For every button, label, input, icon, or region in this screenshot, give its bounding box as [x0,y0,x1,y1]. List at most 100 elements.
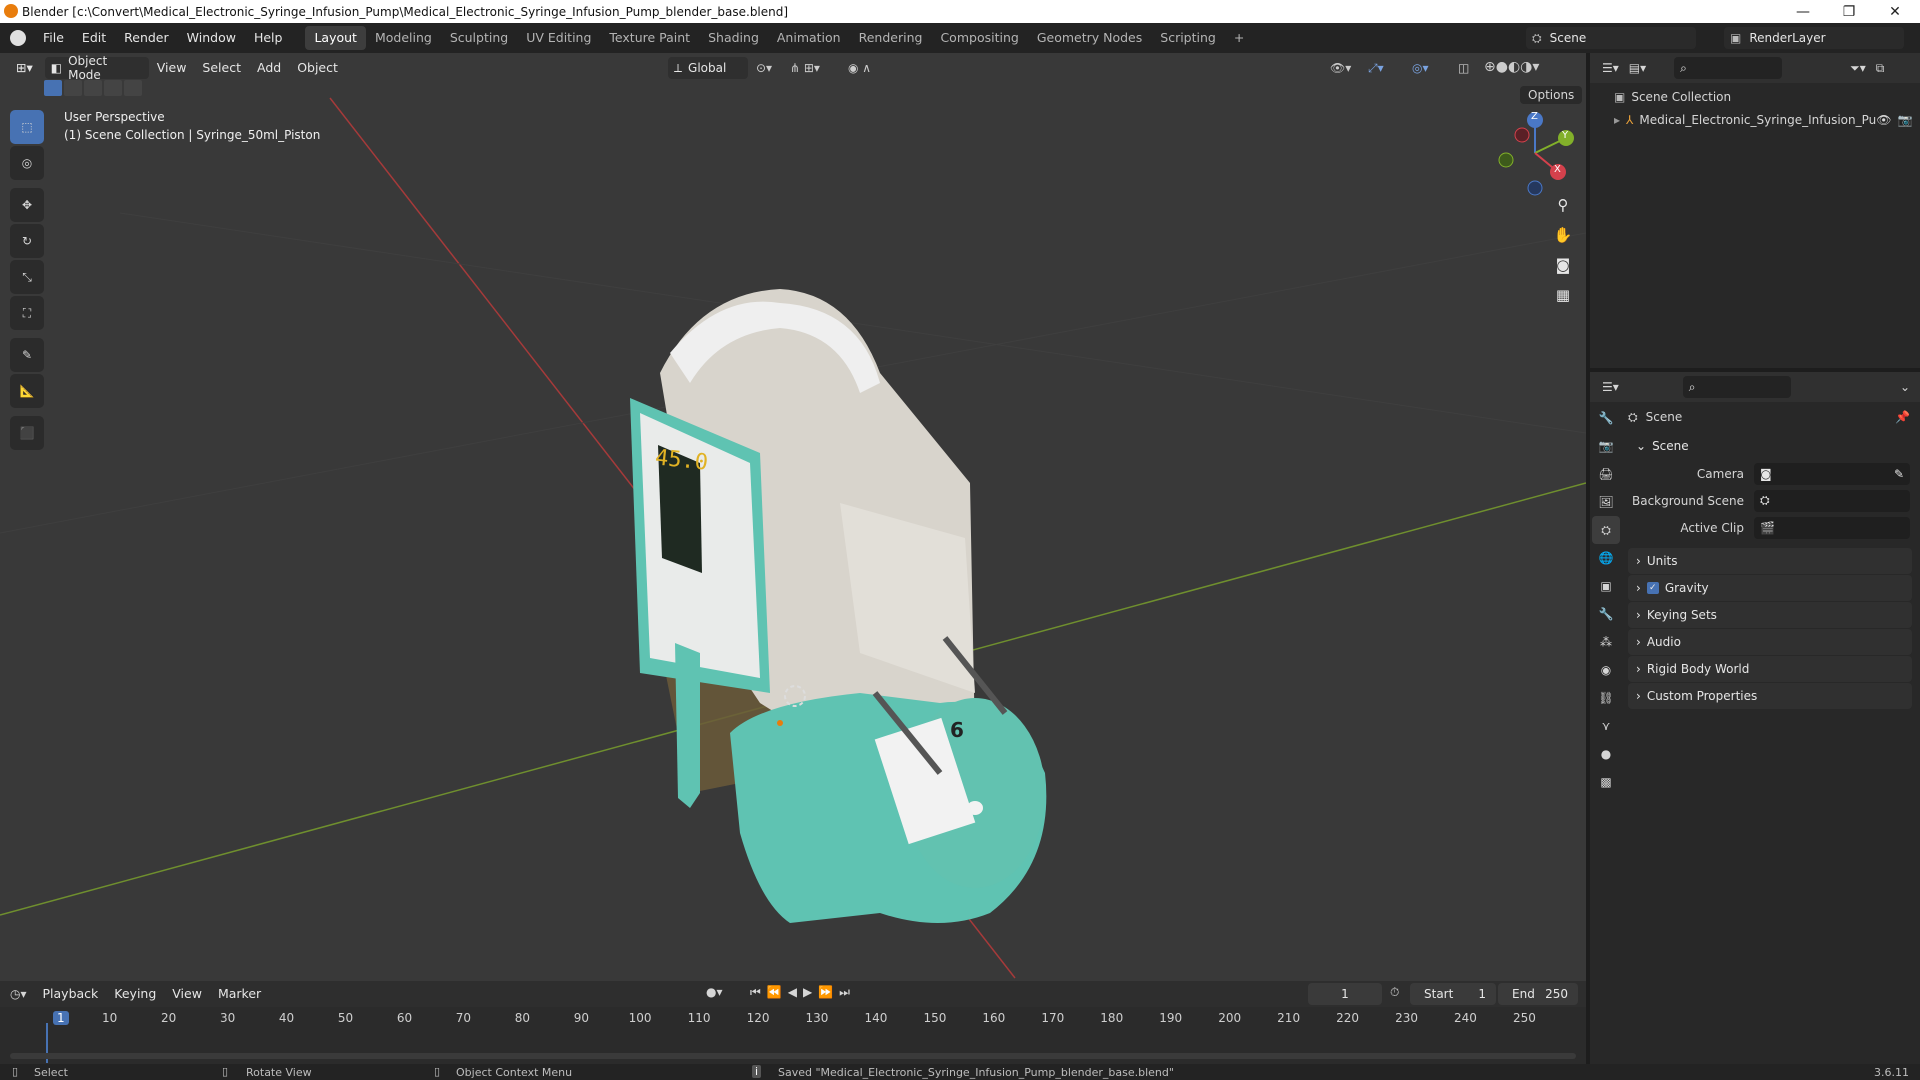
pin-icon[interactable]: 📌 [1895,410,1910,424]
proportional-edit-icon[interactable]: ◉ ∧ [848,61,871,75]
annotate-tool-icon[interactable]: ✎ [10,338,44,372]
editor-type-icon[interactable]: ⊞▾ [8,57,41,79]
tab-sculpting[interactable]: Sculpting [441,26,517,50]
timeline-ruler[interactable]: 1 10 20 30 40 50 60 70 80 90 100 110 120 130 140 150 160… [0,981,1586,1064]
menu-edit[interactable]: Edit [73,27,115,49]
renderlayer-selector[interactable]: ▣ RenderLayer [1724,27,1904,49]
audio-panel[interactable]: › Audio [1628,629,1912,655]
select-intersect-icon[interactable] [124,80,142,96]
menu-add[interactable]: Add [249,57,289,79]
menu-window[interactable]: Window [178,27,245,49]
custom-properties-panel[interactable]: › Custom Properties [1628,683,1912,709]
scale-tool-icon[interactable]: ⤡ [10,260,44,294]
camera-view-icon[interactable]: ◙ [1549,251,1577,279]
keying-sets-panel[interactable]: › Keying Sets [1628,602,1912,628]
tab-compositing[interactable]: Compositing [931,26,1027,50]
tool-tab-icon[interactable]: 🔧 [1592,404,1620,432]
properties-search[interactable]: ⌕ [1682,376,1791,398]
material-tab-icon[interactable]: ● [1592,740,1620,768]
physics-tab-icon[interactable]: ◉ [1592,656,1620,684]
gravity-checkbox[interactable]: ✓ [1646,582,1659,594]
outliner-root[interactable]: ▣ Scene Collection [1590,83,1920,110]
cursor-tool-icon[interactable]: ◎ [10,146,44,180]
pivot-icon[interactable]: ⊙▾ [756,61,772,75]
background-scene-field[interactable]: ⛭ [1754,489,1910,512]
perspective-grid-icon[interactable]: ▦ [1549,281,1577,309]
tab-rendering[interactable]: Rendering [850,26,932,50]
menu-select[interactable]: Select [194,57,249,79]
constraints-tab-icon[interactable]: ⛓ [1592,684,1620,712]
menu-file[interactable]: File [34,27,73,49]
rotate-tool-icon[interactable]: ↻ [10,224,44,258]
select-new-icon[interactable] [44,80,62,96]
tab-modeling[interactable]: Modeling [366,26,441,50]
eye-icon[interactable]: 👁 [1876,113,1891,127]
scene-panel-header[interactable]: ⌄ Scene [1628,433,1912,459]
active-clip-field[interactable]: 🎬 [1754,516,1910,539]
gravity-panel[interactable]: › ✓ Gravity [1628,575,1912,601]
outliner-item[interactable]: ▸ ⅄ Medical_Electronic_Syringe_Infusion_… [1590,110,1920,130]
timeline-scrollbar[interactable] [10,1053,1576,1059]
add-cube-tool-icon[interactable]: ⬛ [10,416,44,450]
scene-selector[interactable]: ⛭ Scene [1526,27,1696,49]
close-button[interactable]: ✕ [1872,0,1918,23]
gizmo-toggle-icon[interactable]: ⤢▾ [1368,61,1384,76]
mode-selector[interactable]: ◧ Object Mode [44,54,149,82]
add-workspace-button[interactable]: + [1225,26,1253,50]
scene-tab-icon[interactable]: ⛭ [1592,516,1620,544]
select-box-tool-icon[interactable]: ⬚ [10,110,44,144]
display-mode-icon[interactable]: ▤▾ [1629,61,1646,75]
texture-tab-icon[interactable]: ▩ [1592,768,1620,796]
object-tab-icon[interactable]: ▣ [1592,572,1620,600]
new-collection-icon[interactable]: ⧉ [1876,61,1885,76]
tab-uv-editing[interactable]: UV Editing [517,26,600,50]
tab-layout[interactable]: Layout [305,26,366,50]
camera-field[interactable]: ◙ ✎ [1754,462,1910,485]
visibility-icon[interactable]: 👁▾ [1330,61,1351,75]
shading-modes-icon[interactable]: ⊕●◐◑▾ [1484,59,1539,75]
menu-render[interactable]: Render [115,27,178,49]
eyedropper-icon[interactable]: ✎ [1894,467,1904,481]
select-subtract-icon[interactable] [84,80,102,96]
3d-viewport[interactable]: 45.0 6 User Perspective (1) Scene Collec… [0,53,1586,981]
world-tab-icon[interactable]: 🌐 [1592,544,1620,572]
tab-animation[interactable]: Animation [768,26,850,50]
expand-arrow-icon[interactable]: ▸ [1614,113,1620,127]
outliner-editor-icon[interactable]: ☰▾ [1602,61,1619,75]
tab-scripting[interactable]: Scripting [1151,26,1225,50]
render-camera-icon[interactable]: 📷 [1897,113,1912,127]
measure-tool-icon[interactable]: 📐 [10,374,44,408]
filter-icon[interactable]: ⏷▾ [1850,61,1866,76]
maximize-button[interactable]: ❐ [1826,0,1872,23]
select-invert-icon[interactable] [104,80,122,96]
pan-hand-icon[interactable]: ✋ [1549,221,1577,249]
snap-icon[interactable]: ⋔ ⊞▾ [790,61,820,75]
data-tab-icon[interactable]: ⋎ [1592,712,1620,740]
units-panel[interactable]: › Units [1628,548,1912,574]
xray-icon[interactable]: ◫ [1458,61,1469,75]
view-layer-tab-icon[interactable]: 🖼 [1592,488,1620,516]
minimize-button[interactable]: — [1780,0,1826,23]
particles-tab-icon[interactable]: ⁂ [1592,628,1620,656]
outliner-search[interactable]: ⌕ [1674,57,1783,79]
overlay-toggle-icon[interactable]: ◎▾ [1412,61,1429,75]
menu-object[interactable]: Object [289,57,346,79]
tab-shading[interactable]: Shading [699,26,768,50]
menu-view[interactable]: View [149,57,195,79]
options-button[interactable]: Options [1520,86,1583,104]
tab-geometry-nodes[interactable]: Geometry Nodes [1028,26,1151,50]
select-extend-icon[interactable] [64,80,82,96]
chevron-down-icon[interactable]: ⌄ [1900,380,1910,394]
modifier-tab-icon[interactable]: 🔧 [1592,600,1620,628]
render-tab-icon[interactable]: 📷 [1592,432,1620,460]
transform-orientation-selector[interactable]: ⟂ Global [668,57,748,79]
blender-menu-icon[interactable] [10,30,26,46]
transform-tool-icon[interactable]: ⛶ [10,296,44,330]
menu-help[interactable]: Help [245,27,292,49]
move-tool-icon[interactable]: ✥ [10,188,44,222]
properties-editor-icon[interactable]: ☰▾ [1602,380,1619,394]
tab-texture-paint[interactable]: Texture Paint [600,26,699,50]
rigid-body-world-panel[interactable]: › Rigid Body World [1628,656,1912,682]
zoom-icon[interactable]: ⚲ [1549,191,1577,219]
output-tab-icon[interactable]: 🖨 [1592,460,1620,488]
